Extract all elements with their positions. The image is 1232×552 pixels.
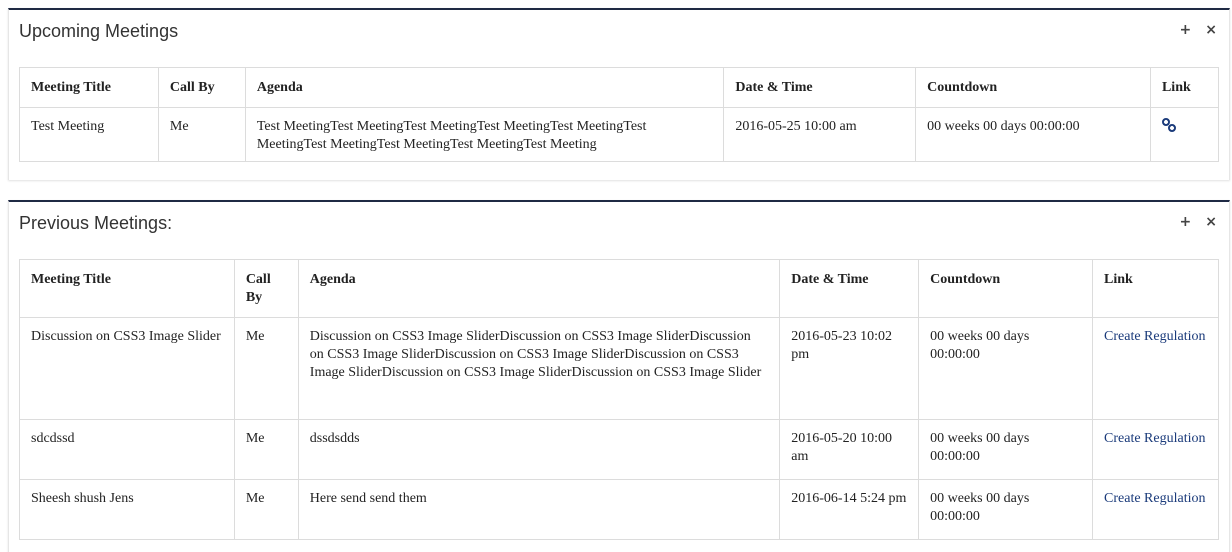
column-header-agenda: Agenda bbox=[244, 67, 725, 108]
agenda-cell: Test MeetingTest MeetingTest MeetingTest… bbox=[244, 107, 725, 162]
countdown-cell: 00 weeks 00 days 00:00:00 bbox=[918, 479, 1094, 540]
column-header-call-by: Call By bbox=[157, 67, 246, 108]
upcoming-panel-tools: + × bbox=[1180, 22, 1217, 38]
countdown-cell: 00 weeks 00 days 00:00:00 bbox=[918, 419, 1094, 480]
call-by-cell: Me bbox=[233, 317, 299, 420]
table-header-row: Meeting Title Call By Agenda Date & Time… bbox=[19, 259, 1219, 318]
meeting-title-cell: Discussion on CSS3 Image Slider bbox=[19, 317, 235, 420]
column-header-date-time: Date & Time bbox=[779, 259, 920, 318]
expand-icon[interactable]: + bbox=[1180, 214, 1192, 230]
create-regulation-link[interactable]: Create Regulation bbox=[1104, 329, 1205, 344]
call-by-cell: Me bbox=[233, 479, 299, 540]
upcoming-meetings-panel: Upcoming Meetings + × Meeting Title Call… bbox=[8, 8, 1230, 180]
date-time-cell: 2016-05-23 10:02 pm bbox=[779, 317, 920, 420]
agenda-cell: Here send send them bbox=[297, 479, 781, 540]
link-cell: Create Regulation bbox=[1092, 479, 1219, 540]
upcoming-meetings-title: Upcoming Meetings bbox=[19, 21, 179, 41]
agenda-cell: dssdsdds bbox=[297, 419, 781, 480]
column-header-call-by: Call By bbox=[233, 259, 299, 318]
create-regulation-link[interactable]: Create Regulation bbox=[1104, 431, 1205, 446]
countdown-cell: 00 weeks 00 days 00:00:00 bbox=[915, 107, 1151, 162]
table-row: Discussion on CSS3 Image Slider Me Discu… bbox=[19, 317, 1219, 420]
meeting-title-cell: Sheesh shush Jens bbox=[19, 479, 235, 540]
date-time-cell: 2016-05-25 10:00 am bbox=[723, 107, 917, 162]
table-row: Test Meeting Me Test MeetingTest Meeting… bbox=[19, 107, 1220, 162]
call-by-cell: Me bbox=[233, 419, 299, 480]
previous-meetings-title: Previous Meetings: bbox=[19, 213, 173, 233]
column-header-agenda: Agenda bbox=[297, 259, 781, 318]
previous-meetings-table: Meeting Title Call By Agenda Date & Time… bbox=[19, 259, 1219, 540]
date-time-cell: 2016-05-20 10:00 am bbox=[779, 419, 920, 480]
meeting-title-cell: Test Meeting bbox=[19, 107, 159, 162]
column-header-meeting-title: Meeting Title bbox=[19, 259, 235, 318]
agenda-cell: Discussion on CSS3 Image SliderDiscussio… bbox=[297, 317, 781, 420]
call-by-cell: Me bbox=[157, 107, 246, 162]
countdown-cell: 00 weeks 00 days 00:00:00 bbox=[918, 317, 1094, 420]
link-cell: Create Regulation bbox=[1092, 419, 1219, 480]
column-header-meeting-title: Meeting Title bbox=[19, 67, 159, 108]
table-row: sdcdssd Me dssdsdds 2016-05-20 10:00 am … bbox=[19, 419, 1219, 480]
meeting-title-cell: sdcdssd bbox=[19, 419, 235, 480]
table-header-row: Meeting Title Call By Agenda Date & Time… bbox=[19, 67, 1220, 108]
previous-meetings-panel: Previous Meetings: + × Meeting Title Cal… bbox=[8, 200, 1230, 552]
close-icon[interactable]: × bbox=[1205, 214, 1217, 230]
create-regulation-link[interactable]: Create Regulation bbox=[1104, 491, 1205, 506]
column-header-link: Link bbox=[1149, 67, 1220, 108]
previous-panel-tools: + × bbox=[1180, 214, 1217, 230]
column-header-countdown: Countdown bbox=[915, 67, 1151, 108]
column-header-link: Link bbox=[1092, 259, 1219, 318]
date-time-cell: 2016-06-14 5:24 pm bbox=[779, 479, 920, 540]
chain-link-icon[interactable] bbox=[1161, 118, 1176, 136]
column-header-countdown: Countdown bbox=[918, 259, 1094, 318]
link-cell: Create Regulation bbox=[1092, 317, 1219, 420]
expand-icon[interactable]: + bbox=[1180, 22, 1192, 38]
link-cell bbox=[1149, 107, 1220, 162]
table-row: Sheesh shush Jens Me Here send send them… bbox=[19, 479, 1219, 540]
upcoming-meetings-table: Meeting Title Call By Agenda Date & Time… bbox=[19, 67, 1220, 162]
column-header-date-time: Date & Time bbox=[723, 67, 917, 108]
close-icon[interactable]: × bbox=[1205, 22, 1217, 38]
